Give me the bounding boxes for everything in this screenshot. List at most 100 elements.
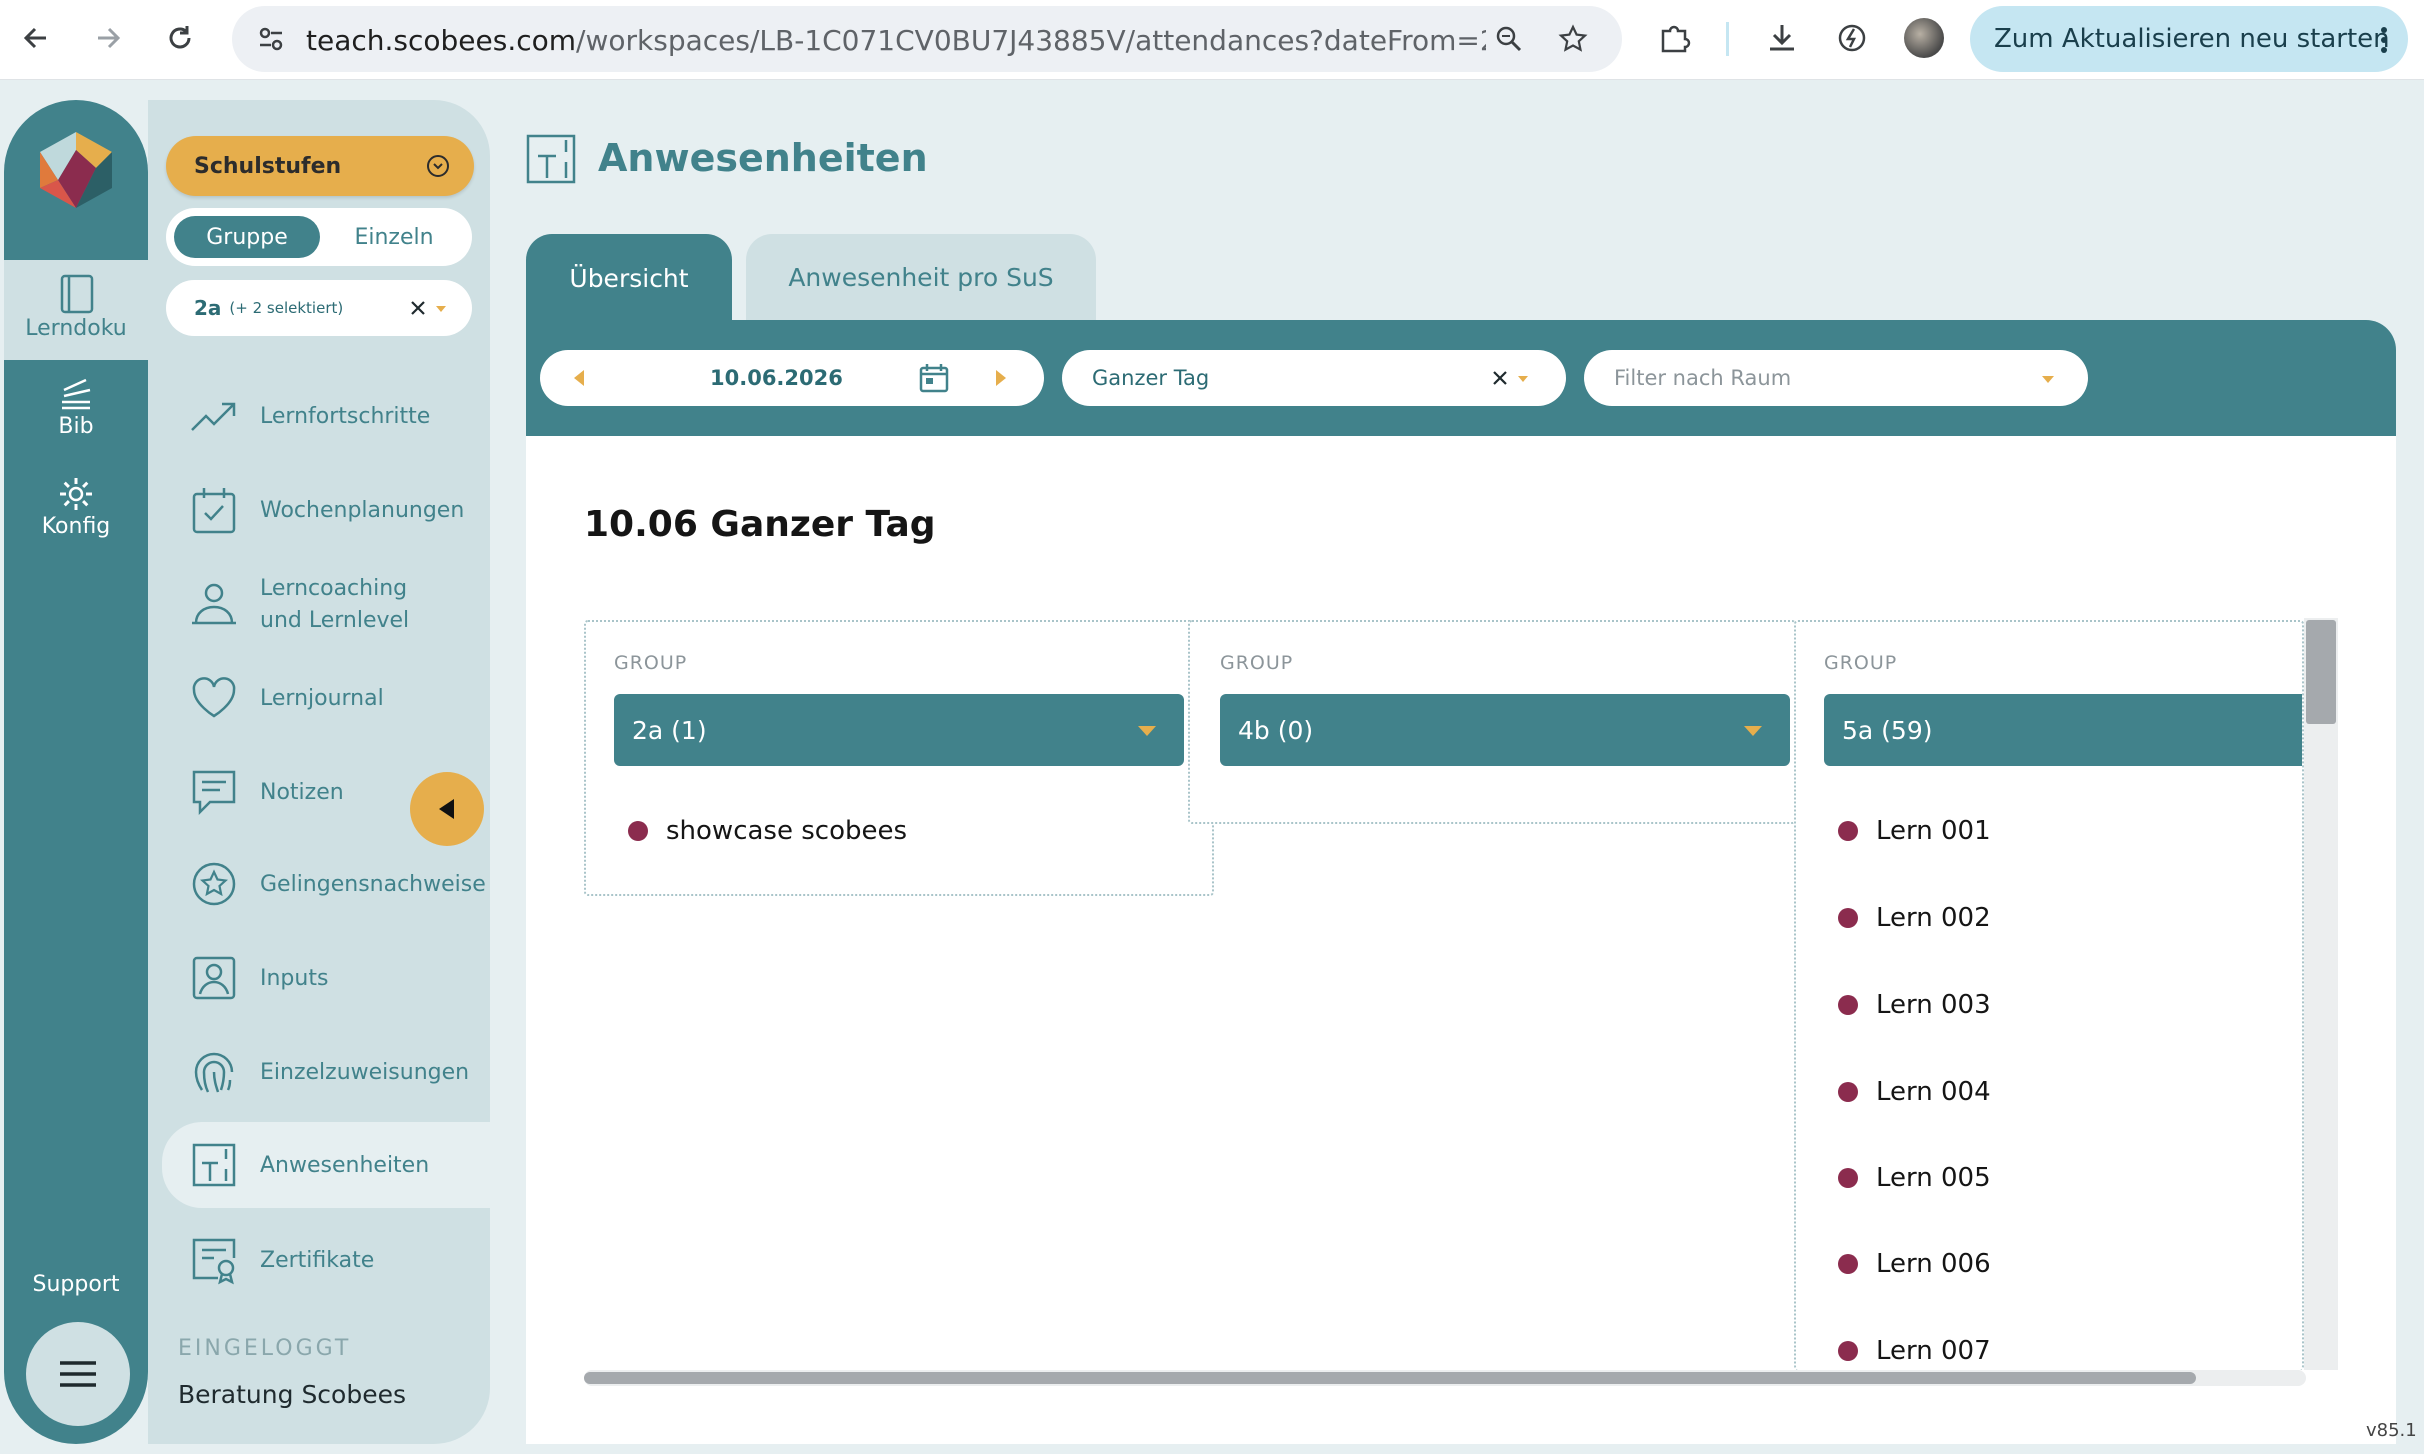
member-name: showcase scobees <box>666 816 908 846</box>
group-select-extra: (+ 2 selektiert) <box>229 299 344 317</box>
chevron-down-icon <box>1138 726 1156 736</box>
list-item[interactable]: Lern 007 <box>1838 1336 1991 1366</box>
support-link[interactable]: Support <box>4 1272 148 1297</box>
tab-overview[interactable]: Übersicht <box>526 234 732 322</box>
browser-toolbar: teach.scobees.com/workspaces/LB-1C071CV0… <box>0 0 2424 80</box>
room-filter-placeholder: Filter nach Raum <box>1614 366 1792 390</box>
vertical-scrollbar[interactable] <box>2304 618 2338 1370</box>
group-single-toggle: Gruppe Einzeln <box>166 208 472 266</box>
sidebar-item-lernfortschritte[interactable]: Lernfortschritte <box>160 386 490 446</box>
sidebar-label-lernjournal: Lernjournal <box>260 685 384 711</box>
bookmark-star-icon[interactable] <box>1558 24 1588 54</box>
member-name: Lern 003 <box>1876 990 1991 1020</box>
chevron-circle-down-icon <box>427 155 449 177</box>
calendar-check-icon <box>192 488 236 534</box>
scobees-logo[interactable] <box>34 128 118 212</box>
toggle-group[interactable]: Gruppe <box>174 216 320 258</box>
room-filter-select[interactable]: Filter nach Raum <box>1584 350 2088 406</box>
group-column-label: GROUP <box>1824 652 1898 674</box>
site-settings-icon[interactable] <box>256 24 286 54</box>
back-button[interactable] <box>12 14 60 62</box>
group-select-5a[interactable]: 5a (59) <box>1824 694 2302 766</box>
toolbar-divider <box>1726 22 1729 56</box>
logo-icon <box>40 132 112 208</box>
extensions-button[interactable] <box>1652 16 1696 60</box>
sidebar-item-wochenplanungen[interactable]: Wochenplanungen <box>160 480 490 540</box>
toggle-single[interactable]: Einzeln <box>322 216 466 258</box>
forward-button[interactable] <box>84 14 132 62</box>
schulstufen-dropdown[interactable]: Schulstufen <box>166 136 474 196</box>
group-column-label: GROUP <box>1220 652 1294 674</box>
previous-day-button[interactable] <box>574 370 584 386</box>
menu-button[interactable] <box>26 1322 130 1426</box>
sidebar-item-lerncoaching[interactable]: Lerncoaching und Lernlevel <box>160 570 490 640</box>
group-select-2a[interactable]: 2a (1) <box>614 694 1184 766</box>
list-item[interactable]: Lern 004 <box>1838 1077 1991 1107</box>
download-icon <box>1770 25 1794 51</box>
list-item[interactable]: Lern 002 <box>1838 903 1991 933</box>
update-button-label: Zum Aktualisieren neu starten <box>1994 24 2390 54</box>
person-icon <box>192 583 236 625</box>
member-name: Lern 006 <box>1876 1249 1991 1279</box>
sidebar-item-zertifikate[interactable]: Zertifikate <box>160 1230 490 1290</box>
timeslot-select[interactable]: Ganzer Tag <box>1062 350 1566 406</box>
sidebar-item-inputs[interactable]: Inputs <box>160 948 490 1008</box>
collapse-sidebar-button[interactable] <box>410 772 484 846</box>
group-select-4b[interactable]: 4b (0) <box>1220 694 1790 766</box>
trend-up-icon <box>191 402 236 431</box>
horizontal-scrollbar-thumb[interactable] <box>584 1372 2196 1384</box>
zoom-icon[interactable] <box>1494 24 1524 54</box>
date-value[interactable]: 10.06.2026 <box>710 366 843 390</box>
url-host: teach.scobees.com <box>306 24 577 57</box>
vertical-scrollbar-thumb[interactable] <box>2306 620 2336 724</box>
page-title: Anwesenheiten <box>598 136 928 180</box>
address-bar[interactable]: teach.scobees.com/workspaces/LB-1C071CV0… <box>232 6 1622 72</box>
gear-icon <box>60 478 92 510</box>
logged-in-label: EINGELOGGT <box>178 1336 352 1361</box>
reload-button[interactable] <box>156 14 204 62</box>
list-item[interactable]: Lern 003 <box>1838 990 1991 1020</box>
chevron-down-icon <box>436 306 446 312</box>
puzzle-icon <box>1661 25 1691 53</box>
note-icon <box>192 770 236 816</box>
list-item[interactable]: Lern 005 <box>1838 1163 1991 1193</box>
member-name: Lern 001 <box>1876 816 1991 846</box>
sidebar-item-gelingensnachweise[interactable]: Gelingensnachweise <box>160 854 490 914</box>
tab-attendance-per-student[interactable]: Anwesenheit pro SuS <box>746 234 1096 320</box>
arrow-right-icon <box>98 27 121 49</box>
sidebar-item-anwesenheiten[interactable]: Anwesenheiten <box>162 1122 492 1208</box>
clear-icon[interactable] <box>1492 370 1508 386</box>
rail-item-lerndoku[interactable]: Lerndoku <box>4 260 148 360</box>
rail-item-konfig[interactable]: Konfig <box>4 474 148 539</box>
triangle-left-icon <box>439 799 454 819</box>
list-item[interactable]: Lern 001 <box>1838 816 1991 846</box>
performance-button[interactable] <box>1830 16 1874 60</box>
rail-item-bib[interactable]: Bib <box>4 374 148 439</box>
attendance-dot <box>1838 1082 1858 1102</box>
next-day-button[interactable] <box>996 370 1006 386</box>
door-icon <box>526 134 576 184</box>
notebook-icon <box>60 274 94 314</box>
sidebar-item-lernjournal[interactable]: Lernjournal <box>160 668 490 728</box>
list-item[interactable]: Lern 006 <box>1838 1249 1991 1279</box>
more-vertical-icon[interactable] <box>2380 26 2388 54</box>
group-select[interactable]: 2a (+ 2 selektiert) <box>166 280 472 336</box>
calendar-icon[interactable] <box>918 362 950 394</box>
chevron-down-icon <box>1518 376 1528 382</box>
sidebar-label-lernfortschritte: Lernfortschritte <box>260 403 431 429</box>
sidebar-item-einzelzuweisungen[interactable]: Einzelzuweisungen <box>160 1042 490 1102</box>
downloads-button[interactable] <box>1760 16 1804 60</box>
group-name: 5a (59) <box>1842 715 1933 745</box>
group-select-value: 2a <box>194 296 222 320</box>
clear-icon[interactable] <box>410 300 426 316</box>
profile-button[interactable] <box>1902 16 1946 60</box>
update-button[interactable]: Zum Aktualisieren neu starten <box>1970 6 2408 72</box>
sidebar-label-einzelzuweisungen: Einzelzuweisungen <box>260 1059 470 1085</box>
list-item[interactable]: showcase scobees <box>628 816 907 846</box>
books-icon <box>62 378 91 410</box>
logged-in-user: Beratung Scobees <box>178 1380 407 1409</box>
schulstufen-label: Schulstufen <box>194 153 342 179</box>
sidebar-label-lerncoaching: Lerncoaching und Lernlevel <box>260 573 409 637</box>
chevron-down-icon <box>2042 376 2054 383</box>
attendance-dot <box>628 821 648 841</box>
